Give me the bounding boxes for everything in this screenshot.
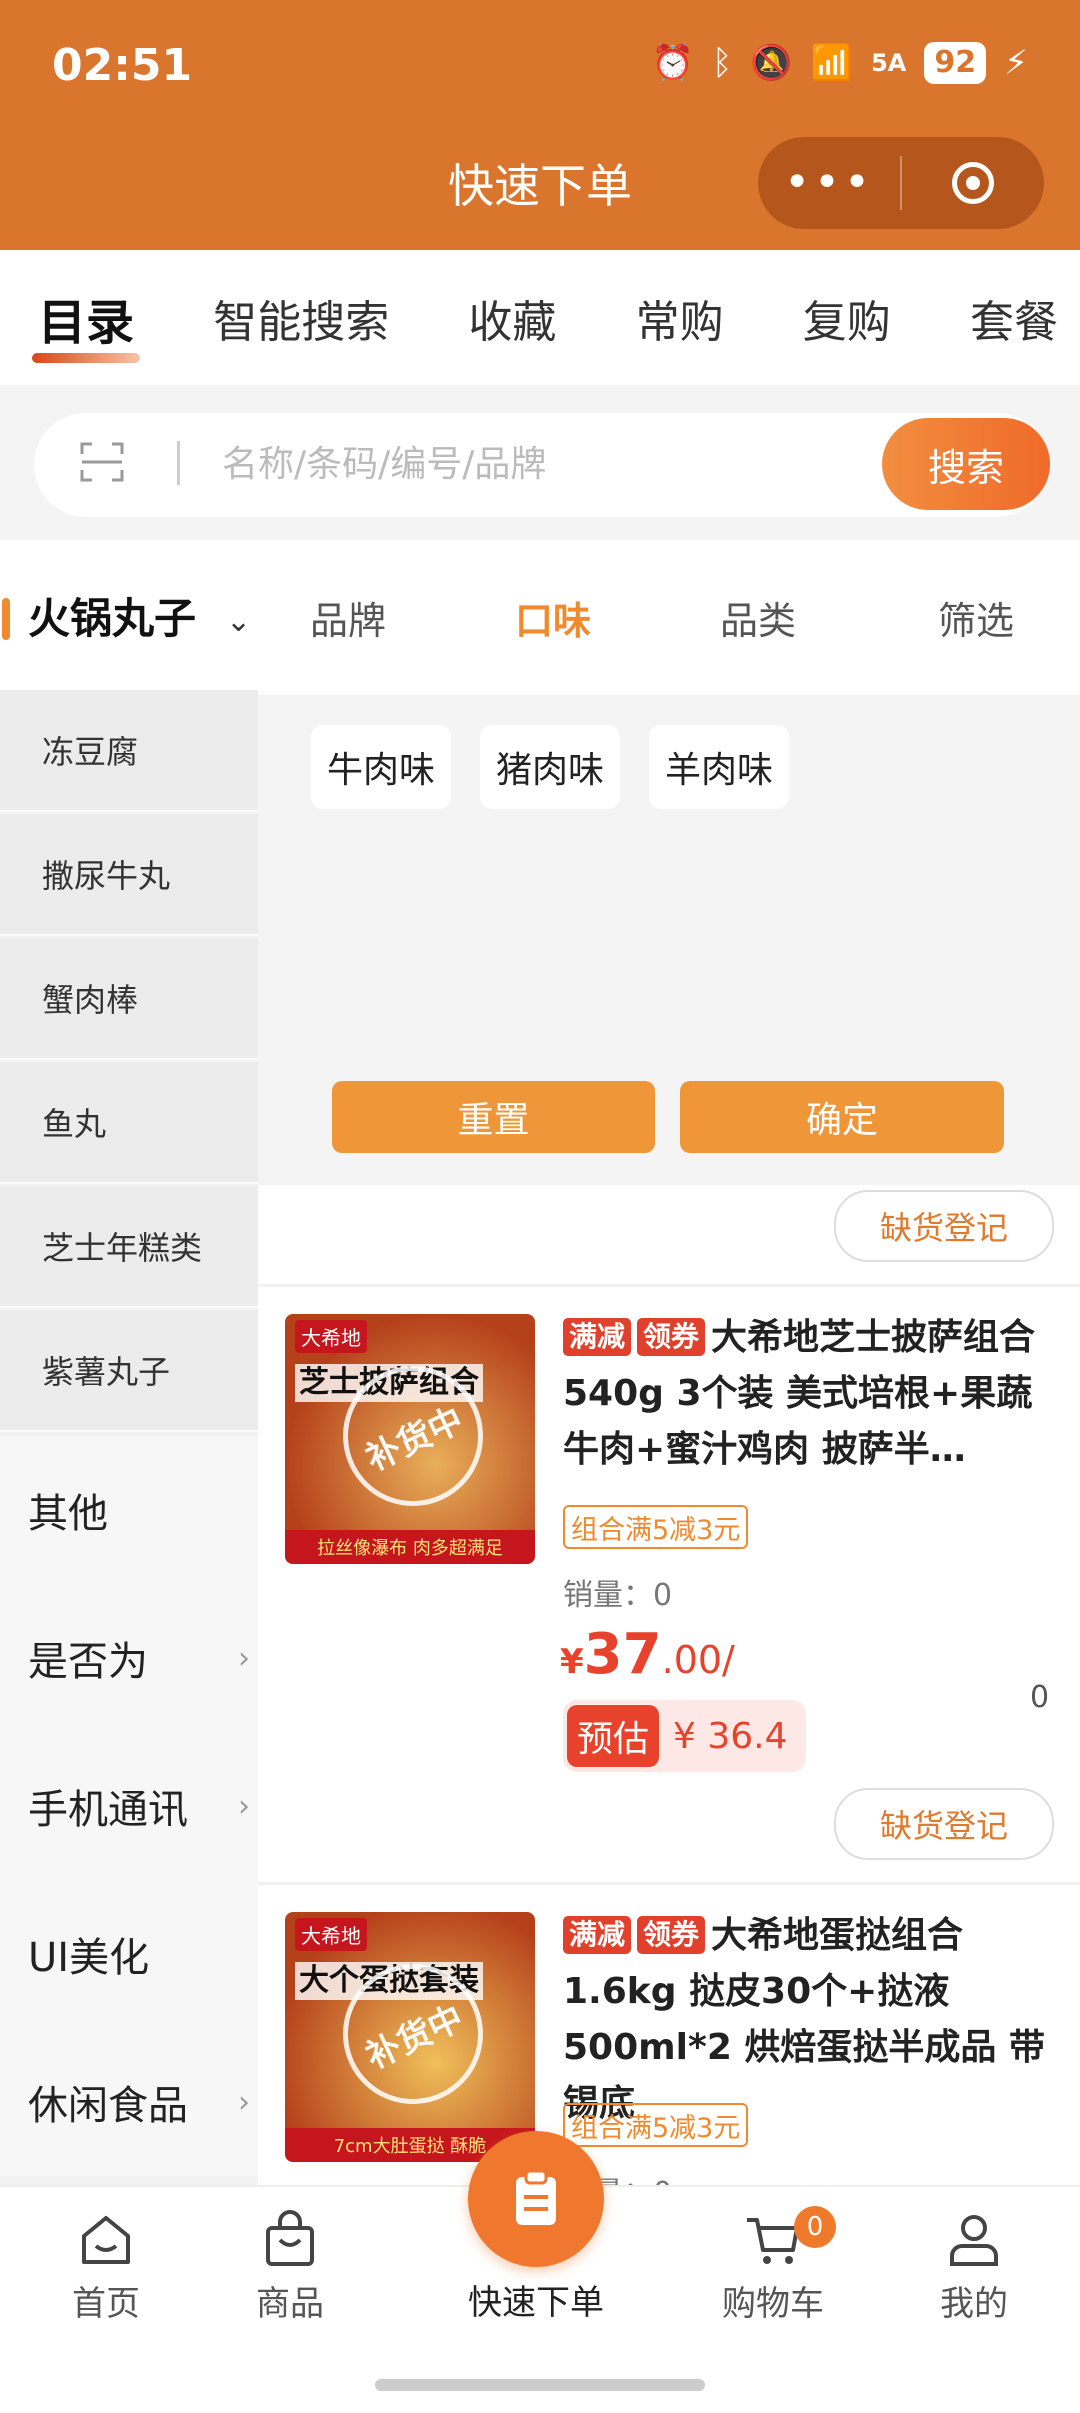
nav-profile[interactable]: 我的: [884, 2210, 1064, 2325]
chevron-right-icon: ›: [238, 1640, 250, 1676]
coupon-tag: 领券: [637, 1916, 706, 1954]
product-title[interactable]: 满减 领券 大希地芝士披萨组合540g 3个装 美式培根+果蔬牛肉+蜜汁鸡肉 披萨半…: [563, 1310, 1053, 1478]
coupon-tag: 领券: [637, 1318, 706, 1356]
filter-type[interactable]: 品类: [720, 590, 796, 645]
home-indicator[interactable]: [375, 2379, 705, 2391]
sales-count: 销量：0: [563, 1578, 673, 1613]
flavor-option[interactable]: 羊肉味: [649, 725, 790, 809]
nav-quick-order[interactable]: 快速下单: [446, 2275, 626, 2324]
filter-more[interactable]: 筛选: [938, 590, 1014, 645]
quick-order-fab[interactable]: [468, 2131, 604, 2267]
nav-cart[interactable]: 购物车: [683, 2210, 863, 2325]
target-icon: [952, 162, 994, 204]
tab-bundles[interactable]: 套餐: [970, 286, 1058, 350]
sidebar-subitem[interactable]: 冻豆腐: [0, 690, 258, 812]
thumb-foot: 拉丝像瀑布 肉多超满足: [285, 1530, 535, 1564]
sidebar-subitem[interactable]: 鱼丸: [0, 1062, 258, 1184]
nav-label: 我的: [940, 2284, 1008, 2324]
filter-brand[interactable]: 品牌: [310, 590, 386, 645]
sidebar-item[interactable]: 休闲食品 ›: [0, 2028, 258, 2176]
discount-tag: 满减: [563, 1916, 632, 1954]
tab-smart-search[interactable]: 智能搜索: [213, 286, 389, 350]
category-title[interactable]: 火锅丸子: [28, 585, 196, 646]
alarm-icon: ⏰: [651, 43, 694, 83]
product-name: 大希地蛋挞组合1.6kg 挞皮30个+挞液500ml*2 烘焙蛋挞半成品 带锡底: [563, 1915, 1045, 2124]
thumb-brand: 大希地: [295, 1918, 367, 1951]
network-label: 5A: [871, 49, 907, 77]
sidebar-item[interactable]: 是否为 ›: [0, 1584, 258, 1732]
sidebar-item-label: UI美化: [28, 1935, 150, 1981]
tab-repurchase[interactable]: 复购: [803, 286, 891, 350]
sidebar-subitem[interactable]: 芝士年糕类: [0, 1186, 258, 1308]
sidebar-item[interactable]: 其他: [0, 1436, 258, 1584]
out-of-stock-register-button[interactable]: 缺货登记: [834, 1190, 1054, 1262]
product-image[interactable]: 大希地 芝士披萨组合 补货中 拉丝像瀑布 肉多超满足: [285, 1314, 535, 1564]
status-icons: ⏰ ᛒ 🔕 📶 5A 92 ⚡: [652, 42, 1028, 84]
sidebar-subitem[interactable]: 撒尿牛丸: [0, 814, 258, 936]
out-of-stock-register-button[interactable]: 缺货登记: [834, 1788, 1054, 1860]
nav-label: 商品: [256, 2284, 324, 2324]
discount-tag: 满减: [563, 1318, 632, 1356]
mute-icon: 🔕: [750, 43, 793, 83]
tab-frequent[interactable]: 常购: [636, 286, 724, 350]
sidebar-item-label: 手机通讯: [28, 1787, 188, 1833]
cart-badge: 0: [794, 2206, 836, 2248]
nav-label: 快速下单: [468, 2283, 604, 2323]
cart-quantity: 0: [1030, 1680, 1050, 1715]
flavor-option[interactable]: 猪肉味: [480, 725, 621, 809]
tab-favorites[interactable]: 收藏: [468, 286, 556, 350]
more-icon: •••: [784, 157, 874, 208]
product-price: ¥37.00/: [560, 1622, 735, 1687]
nav-products[interactable]: 商品: [200, 2210, 380, 2325]
cart-icon: [747, 2218, 799, 2264]
miniapp-capsule: •••: [758, 137, 1044, 229]
sidebar-item-label: 其他: [28, 1491, 108, 1537]
thumb-brand: 大希地: [295, 1320, 367, 1353]
reset-button[interactable]: 重置: [332, 1081, 655, 1153]
estimated-price: 预估 ¥ 36.4: [563, 1700, 806, 1772]
more-button[interactable]: •••: [758, 157, 900, 208]
nav-home[interactable]: 首页: [16, 2210, 196, 2325]
chevron-down-icon[interactable]: ⌄: [226, 604, 251, 639]
promo-tag: 组合满5减3元: [563, 2103, 749, 2147]
bluetooth-icon: ᛒ: [712, 43, 733, 83]
flavor-option[interactable]: 牛肉味: [311, 725, 452, 809]
promo-tag: 组合满5减3元: [563, 1505, 749, 1549]
chevron-right-icon: ›: [238, 1788, 250, 1824]
sidebar-subitem[interactable]: 紫薯丸子: [0, 1310, 258, 1432]
order-tabs: 目录 智能搜索 收藏 常购 复购 套餐: [0, 250, 1080, 385]
search-input[interactable]: [220, 435, 844, 493]
product-image[interactable]: 大希地 大个蛋挞套装 补货中 7cm大肚蛋挞 酥脆: [285, 1912, 535, 2162]
sidebar-item-label: 是否为: [28, 1639, 148, 1685]
bag-icon: [266, 2210, 314, 2266]
close-miniapp-button[interactable]: [902, 162, 1044, 204]
person-icon: [950, 2215, 998, 2266]
product-title[interactable]: 满减 领券 大希地蛋挞组合1.6kg 挞皮30个+挞液500ml*2 烘焙蛋挞半成品…: [563, 1908, 1053, 2132]
scan-icon[interactable]: [78, 438, 126, 486]
nav-label: 首页: [72, 2284, 140, 2324]
tab-catalog[interactable]: 目录: [31, 283, 141, 363]
nav-label: 购物车: [722, 2284, 824, 2324]
confirm-button[interactable]: 确定: [680, 1081, 1004, 1153]
wifi-icon: 📶: [810, 43, 854, 83]
sidebar-item-label: 休闲食品: [28, 2083, 188, 2129]
chevron-right-icon: ›: [238, 2084, 250, 2120]
product-name: 大希地芝士披萨组合540g 3个装 美式培根+果蔬牛肉+蜜汁鸡肉 披萨半…: [563, 1317, 1036, 1470]
estimate-label: 预估: [567, 1705, 660, 1767]
status-time: 02:51: [52, 40, 193, 91]
sidebar-item[interactable]: 手机通讯 ›: [0, 1732, 258, 1880]
clipboard-icon: [516, 2169, 556, 2225]
search-button[interactable]: 搜索: [882, 418, 1050, 510]
battery-indicator: 92: [924, 42, 987, 84]
home-icon: [82, 2216, 130, 2264]
filter-flavor[interactable]: 口味: [515, 590, 591, 645]
estimate-value: ¥ 36.4: [673, 1715, 788, 1757]
sidebar-item[interactable]: UI美化: [0, 1880, 258, 2028]
sidebar-subitem[interactable]: 蟹肉棒: [0, 938, 258, 1060]
charging-icon: ⚡: [1004, 43, 1028, 83]
